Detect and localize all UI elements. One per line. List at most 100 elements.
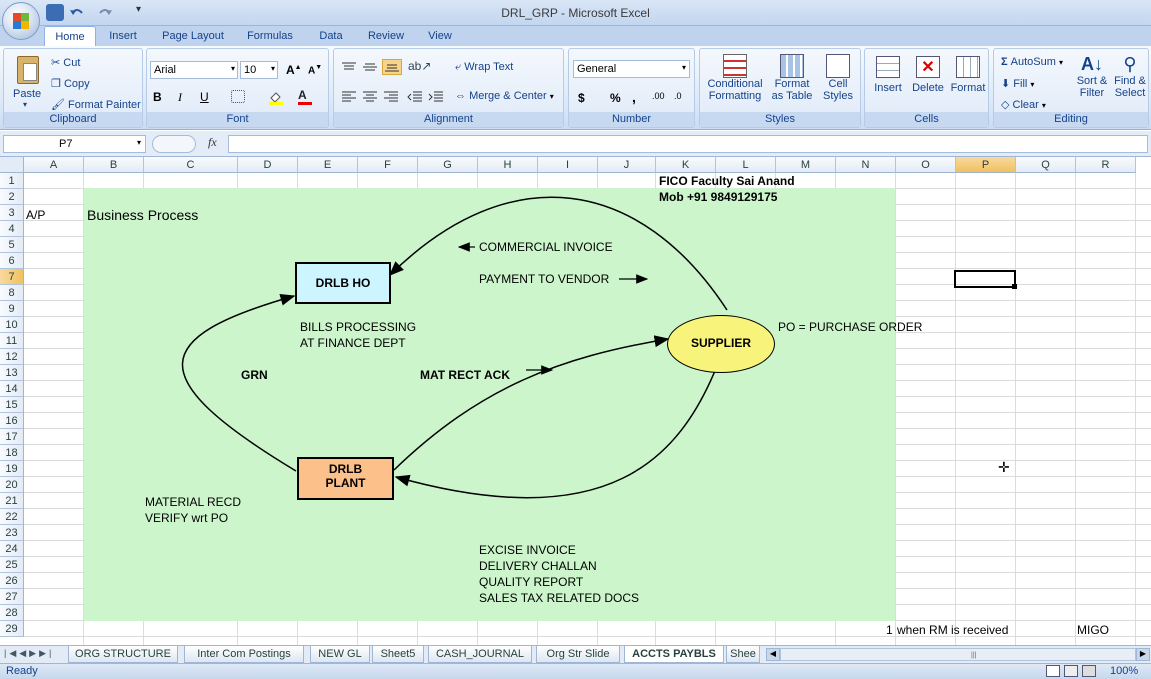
bold-button[interactable]: B bbox=[152, 89, 163, 105]
drlb-ho-box[interactable]: DRLB HO bbox=[295, 262, 391, 304]
formula-bar: P7 ▾ fx bbox=[0, 131, 1151, 157]
insert-label: Insert bbox=[874, 82, 902, 94]
find-select-button[interactable]: ⚲ Find & Select bbox=[1112, 51, 1148, 113]
sheet-tab-cash-journal[interactable]: CASH_JOURNAL bbox=[428, 646, 532, 663]
align-bottom-icon[interactable] bbox=[382, 59, 402, 75]
grow-font-icon[interactable]: A▲ bbox=[285, 62, 303, 78]
underline-button[interactable]: U bbox=[199, 89, 210, 105]
conditional-formatting-button[interactable]: Conditional Formatting bbox=[704, 51, 766, 113]
borders-icon[interactable] bbox=[231, 90, 245, 103]
clear-button[interactable]: ◇ Clear ▾ bbox=[1000, 97, 1047, 112]
align-right-icon[interactable] bbox=[382, 90, 400, 104]
sigma-icon: Σ bbox=[1001, 56, 1008, 68]
drlb-ho-label: DRLB HO bbox=[315, 276, 371, 290]
save-icon[interactable] bbox=[46, 4, 64, 21]
tab-home[interactable]: Home bbox=[44, 26, 96, 46]
tab-formulas[interactable]: Formulas bbox=[240, 26, 300, 46]
sheet-tab-org-structure[interactable]: ORG STRUCTURE bbox=[68, 646, 178, 663]
delivery-challan-label: DELIVERY CHALLAN bbox=[479, 559, 597, 573]
autosum-button[interactable]: Σ AutoSum ▾ bbox=[1000, 55, 1064, 69]
paste-label: Paste bbox=[13, 88, 42, 100]
chevron-down-icon[interactable]: ▾ bbox=[137, 138, 141, 147]
percent-button[interactable]: % bbox=[609, 90, 622, 106]
name-box[interactable]: P7 bbox=[3, 135, 146, 153]
paste-icon bbox=[17, 56, 39, 84]
comma-button[interactable]: , bbox=[631, 88, 637, 106]
align-middle-icon[interactable] bbox=[361, 60, 379, 74]
format-as-table-button[interactable]: Format as Table bbox=[768, 51, 816, 113]
normal-view-icon[interactable] bbox=[1046, 665, 1060, 677]
tab-data[interactable]: Data bbox=[312, 26, 350, 46]
paste-button[interactable]: Paste ▾ bbox=[8, 51, 44, 111]
horizontal-scrollbar[interactable]: ||| bbox=[780, 648, 1136, 661]
cell-styles-button[interactable]: Cell Styles bbox=[818, 51, 858, 113]
sheet-nav-icons[interactable]: |◀◀▶▶| bbox=[4, 648, 54, 659]
merge-center-button[interactable]: ⇔ Merge & Center ▾ bbox=[454, 89, 555, 103]
orientation-icon[interactable]: ab↗ bbox=[408, 59, 434, 75]
tab-view[interactable]: View bbox=[420, 26, 460, 46]
currency-button[interactable]: $ bbox=[577, 90, 586, 106]
sheet-tab-more[interactable]: Shee bbox=[726, 646, 760, 663]
brush-icon: 🖌 bbox=[51, 99, 65, 111]
sheet-tab-sheet5[interactable]: Sheet5 bbox=[372, 646, 424, 663]
sort-filter-button[interactable]: A↓ Sort & Filter bbox=[1074, 51, 1110, 113]
zoom-level[interactable]: 100% bbox=[1110, 665, 1138, 677]
cell-label: Cell bbox=[828, 78, 848, 90]
redo-icon[interactable] bbox=[96, 4, 114, 21]
formula-controls bbox=[152, 135, 196, 153]
number-format-select[interactable]: General ▾ bbox=[573, 60, 690, 78]
sheet-tab-org-str-slide[interactable]: Org Str Slide bbox=[536, 646, 620, 663]
fill-button[interactable]: ⬇ Fill ▾ bbox=[1000, 76, 1035, 91]
insert-cells-icon bbox=[876, 56, 900, 78]
align-top-icon[interactable] bbox=[340, 60, 358, 74]
sort-label: Sort & bbox=[1076, 75, 1108, 87]
format-button[interactable]: Format bbox=[948, 51, 988, 113]
scroll-right-icon[interactable]: ▶ bbox=[1136, 648, 1150, 661]
undo-icon[interactable] bbox=[68, 4, 86, 21]
status-ready: Ready bbox=[6, 665, 38, 677]
fill-label: Fill bbox=[1013, 78, 1028, 90]
copy-button[interactable]: ❐ Copy bbox=[50, 76, 91, 91]
verify-po-label: VERIFY wrt PO bbox=[145, 511, 229, 525]
decrease-decimal-icon[interactable]: .0 bbox=[673, 90, 683, 102]
customize-qat-icon[interactable]: ▾ bbox=[136, 4, 154, 21]
font-color-icon[interactable]: A bbox=[297, 87, 313, 105]
eraser-icon: ◇ bbox=[1001, 99, 1010, 111]
decrease-indent-icon[interactable] bbox=[406, 90, 424, 104]
font-name-select[interactable]: Arial ▾ bbox=[150, 61, 238, 79]
shrink-font-icon[interactable]: A▼ bbox=[307, 63, 323, 77]
insert-button[interactable]: Insert bbox=[869, 51, 907, 113]
conditional-label: Conditional bbox=[707, 78, 763, 90]
office-button[interactable] bbox=[2, 2, 40, 40]
cut-button[interactable]: ✂ Cut bbox=[50, 55, 81, 70]
fill-color-icon[interactable] bbox=[267, 89, 283, 105]
delete-button[interactable]: ✕ Delete bbox=[909, 51, 947, 113]
tab-insert[interactable]: Insert bbox=[102, 26, 144, 46]
tab-review[interactable]: Review bbox=[362, 26, 410, 46]
insert-function-icon[interactable]: fx bbox=[200, 135, 228, 153]
supplier-oval[interactable]: SUPPLIER bbox=[667, 315, 775, 373]
font-group-label: Font bbox=[147, 112, 328, 127]
sheet-tab-inter-com[interactable]: Inter Com Postings bbox=[184, 646, 304, 663]
chevron-down-icon: ▾ bbox=[549, 92, 554, 101]
increase-decimal-icon[interactable]: .00 bbox=[651, 90, 666, 102]
italic-button[interactable]: I bbox=[177, 89, 183, 106]
sheet-tab-accts-paybls[interactable]: ACCTS PAYBLS bbox=[624, 646, 724, 663]
font-size-select[interactable]: 10 ▾ bbox=[240, 61, 278, 79]
office-logo-icon bbox=[13, 13, 29, 29]
tab-page-layout[interactable]: Page Layout bbox=[154, 26, 232, 46]
scroll-left-icon[interactable]: ◀ bbox=[766, 648, 780, 661]
format-painter-button[interactable]: 🖌 Format Painter bbox=[50, 97, 142, 112]
drlb-plant-box[interactable]: DRLB PLANT bbox=[297, 457, 394, 500]
excise-invoice-label: EXCISE INVOICE bbox=[479, 543, 576, 557]
increase-indent-icon[interactable] bbox=[427, 90, 445, 104]
wrap-text-button[interactable]: ⤶ Wrap Text bbox=[454, 60, 514, 75]
align-center-icon[interactable] bbox=[361, 90, 379, 104]
formula-input[interactable] bbox=[228, 135, 1148, 153]
align-left-icon[interactable] bbox=[340, 90, 358, 104]
page-break-view-icon[interactable] bbox=[1082, 665, 1096, 677]
paste-dropdown-icon: ▾ bbox=[23, 100, 28, 109]
chevron-down-icon: ▾ bbox=[270, 64, 275, 73]
page-layout-view-icon[interactable] bbox=[1064, 665, 1078, 677]
sheet-tab-new-gl[interactable]: NEW GL bbox=[310, 646, 370, 663]
